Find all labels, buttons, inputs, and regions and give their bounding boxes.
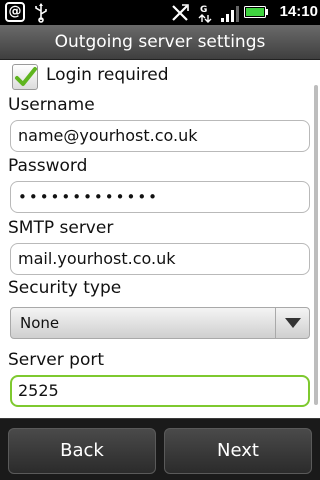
dropdown-button[interactable] xyxy=(275,308,309,338)
chevron-down-icon xyxy=(285,318,301,328)
username-label: Username xyxy=(8,95,95,115)
scrollbar[interactable] xyxy=(314,85,318,405)
signal-bars-icon xyxy=(221,6,239,22)
back-button[interactable]: Back xyxy=(8,428,156,474)
security-type-value: None xyxy=(20,314,60,332)
server-port-field[interactable]: 2525 xyxy=(10,375,310,407)
settings-form: Login required Username name@yourhost.co… xyxy=(0,60,320,418)
no-signal-icon xyxy=(172,4,189,21)
smtp-server-label: SMTP server xyxy=(8,218,114,238)
battery-icon xyxy=(244,6,268,18)
page-title: Outgoing server settings xyxy=(0,25,320,60)
security-type-label: Security type xyxy=(8,278,122,298)
username-field[interactable]: name@yourhost.co.uk xyxy=(10,120,310,152)
clock: 14:10 xyxy=(279,3,318,20)
password-field[interactable]: ••••••••••••• xyxy=(10,181,310,213)
server-port-label: Server port xyxy=(8,350,104,370)
smtp-server-field[interactable]: mail.yourhost.co.uk xyxy=(10,243,310,275)
login-required-label: Login required xyxy=(46,65,169,85)
svg-text:G: G xyxy=(200,5,207,15)
usb-icon xyxy=(35,3,47,23)
login-required-checkbox[interactable] xyxy=(12,64,38,90)
status-bar: @ G 14:10 xyxy=(0,0,320,25)
next-button[interactable]: Next xyxy=(164,428,312,474)
checkmark-icon xyxy=(15,67,37,86)
at-sign-icon: @ xyxy=(5,2,25,22)
bottom-bar: Back Next xyxy=(0,418,320,480)
data-transfer-icon: G xyxy=(198,5,212,23)
security-type-dropdown[interactable]: None xyxy=(10,307,310,339)
password-label: Password xyxy=(8,156,88,176)
